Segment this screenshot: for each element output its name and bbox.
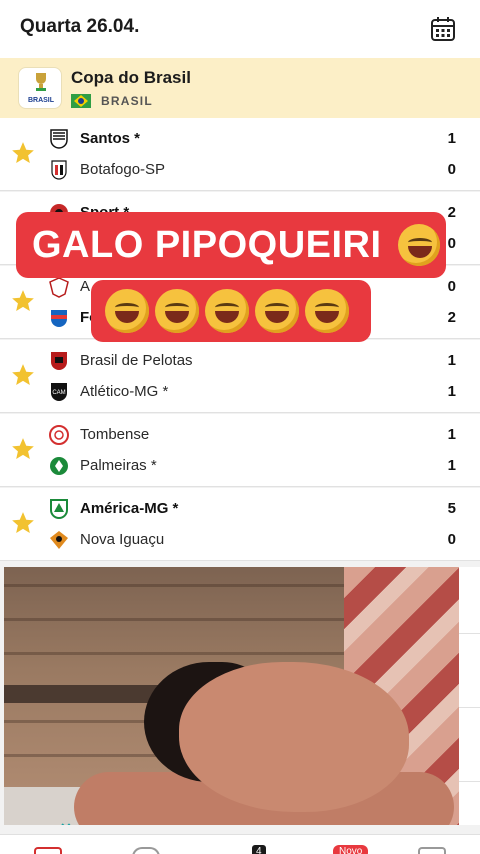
away-team: Atlético-MG *: [80, 383, 169, 400]
star-icon[interactable]: [10, 288, 36, 314]
date-title: Quarta 26.04.: [20, 16, 140, 37]
away-score: 0: [447, 531, 456, 548]
brazil-flag-icon: [71, 94, 91, 108]
home-score: 1: [447, 426, 456, 443]
top-bar: Quarta 26.04.: [0, 0, 480, 58]
home-score: 0: [447, 278, 456, 295]
list-edge: [459, 567, 480, 825]
star-icon[interactable]: [10, 140, 36, 166]
team-crest-icon: [50, 499, 68, 519]
match-row[interactable]: América-MG * 5 Nova Iguaçu 0: [0, 488, 480, 561]
team-crest-icon: CAM: [51, 383, 67, 401]
laughing-emoji-icon: [205, 289, 249, 333]
home-team: Tombense: [80, 426, 150, 443]
home-team: A: [80, 278, 91, 295]
team-crest-icon: [51, 352, 67, 370]
team-crest-icon: [50, 129, 68, 149]
laughing-emoji-icon: [105, 289, 149, 333]
bottom-nav: 4 Novo: [0, 834, 480, 854]
nav-home-icon[interactable]: [34, 847, 62, 854]
nav-menu-icon[interactable]: [418, 847, 446, 854]
laughing-emoji-icon: [398, 224, 440, 266]
video-face: [179, 662, 409, 812]
team-crest-icon: [49, 425, 69, 445]
nav-count-badge[interactable]: 4: [252, 845, 266, 854]
laughing-emoji-icon: [255, 289, 299, 333]
away-score: 2: [447, 309, 456, 326]
away-team: Nova Iguaçu: [80, 531, 165, 548]
home-score: 1: [447, 130, 456, 147]
team-crest-icon: [49, 277, 69, 298]
away-team: Botafogo-SP: [80, 161, 166, 178]
away-team: Palmeiras *: [80, 457, 157, 474]
home-team: América-MG *: [80, 500, 179, 517]
away-score: 0: [447, 161, 456, 178]
team-crest-icon: [51, 310, 67, 327]
league-logo: BRASIL: [18, 67, 62, 109]
laughing-emoji-icon: [305, 289, 349, 333]
caption-sticker: GALO PIPOQUEIRI: [16, 212, 446, 278]
nav-new-badge[interactable]: Novo: [333, 845, 369, 854]
match-row[interactable]: Tombense 1 Palmeiras * 1: [0, 414, 480, 487]
team-crest-icon: [50, 531, 68, 549]
away-score: 0: [447, 235, 456, 252]
home-team: Santos *: [80, 130, 141, 147]
star-icon[interactable]: [10, 436, 36, 462]
laughing-emoji-icon: [155, 289, 199, 333]
emoji-sticker: [91, 280, 371, 342]
video-overlay[interactable]: ✕: [4, 567, 459, 825]
svg-text:BRASIL: BRASIL: [28, 97, 55, 104]
home-score: 2: [447, 204, 456, 221]
match-row[interactable]: Santos * 1 Botafogo-SP 0: [0, 118, 480, 191]
star-icon[interactable]: [10, 362, 36, 388]
league-name: Copa do Brasil: [71, 68, 191, 87]
league-country: BRASIL: [101, 94, 153, 108]
calendar-icon[interactable]: [430, 16, 456, 42]
home-score: 1: [447, 352, 456, 369]
away-score: 1: [447, 457, 456, 474]
star-icon[interactable]: [10, 510, 36, 536]
caption-text: GALO PIPOQUEIRI: [32, 224, 382, 266]
away-score: 1: [447, 383, 456, 400]
team-crest-icon: [50, 457, 68, 475]
team-crest-icon: [51, 160, 67, 180]
close-icon[interactable]: ✕: [60, 820, 72, 825]
home-team: Brasil de Pelotas: [80, 352, 193, 369]
league-header[interactable]: BRASIL Copa do Brasil BRASIL: [0, 58, 480, 118]
svg-text:CAM: CAM: [52, 390, 65, 396]
nav-favorites-icon[interactable]: [132, 847, 160, 854]
home-score: 5: [447, 500, 456, 517]
match-row[interactable]: Brasil de Pelotas 1 CAM Atlético-MG * 1: [0, 340, 480, 413]
